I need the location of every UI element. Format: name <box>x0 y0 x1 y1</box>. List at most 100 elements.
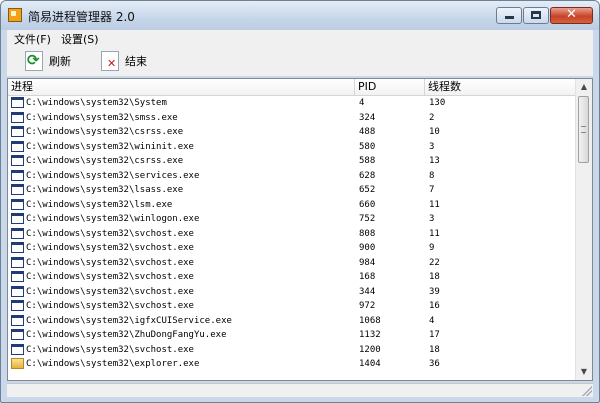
table-row[interactable]: C:\windows\system32\svchost.exe 900 9 <box>8 241 578 255</box>
process-path: C:\windows\system32\csrss.exe <box>26 156 184 166</box>
table-row[interactable]: C:\windows\system32\svchost.exe 344 39 <box>8 285 578 299</box>
process-threads: 11 <box>429 199 440 210</box>
window-icon <box>11 198 24 210</box>
process-path: C:\windows\system32\igfxCUIService.exe <box>26 315 232 326</box>
table-row[interactable]: C:\windows\system32\winlogon.exe 752 3 <box>8 212 578 226</box>
process-threads: 8 <box>429 170 435 181</box>
process-pid: 984 <box>359 257 376 268</box>
table-row[interactable]: C:\windows\system32\igfxCUIService.exe 10… <box>8 314 578 328</box>
process-path: C:\windows\system32\System <box>26 98 167 108</box>
table-row[interactable]: C:\windows\system32\csrss.exe 488 10 <box>8 125 578 139</box>
caption-buttons: ✕ <box>496 7 593 24</box>
end-process-label: 结束 <box>125 55 147 68</box>
table-row[interactable]: C:\windows\system32\smss.exe 324 2 <box>8 111 578 125</box>
table-row[interactable]: C:\windows\system32\lsass.exe 652 7 <box>8 183 578 197</box>
column-header-pid[interactable]: PID <box>355 79 425 95</box>
window-icon <box>11 343 24 355</box>
process-pid: 588 <box>359 156 376 166</box>
process-path: C:\windows\system32\lsm.exe <box>26 199 173 210</box>
process-threads: 22 <box>429 257 440 268</box>
process-threads: 7 <box>429 185 435 195</box>
process-threads: 18 <box>429 344 440 355</box>
process-path: C:\windows\system32\svchost.exe <box>26 228 194 239</box>
process-pid: 580 <box>359 141 376 152</box>
process-pid: 660 <box>359 199 376 210</box>
table-row[interactable]: C:\windows\system32\lsm.exe 660 11 <box>8 198 578 212</box>
process-threads: 39 <box>429 286 440 297</box>
menu-file[interactable]: 文件(F) <box>14 31 51 47</box>
process-pid: 4 <box>359 98 365 108</box>
maximize-button[interactable] <box>523 7 549 24</box>
minimize-button[interactable] <box>496 7 522 24</box>
process-pid: 324 <box>359 112 376 123</box>
table-row[interactable]: C:\windows\system32\svchost.exe 1200 18 <box>8 343 578 357</box>
process-threads: 17 <box>429 330 440 340</box>
process-pid: 488 <box>359 127 376 137</box>
process-threads: 13 <box>429 156 440 166</box>
table-row[interactable]: C:\windows\system32\System 4 130 <box>8 96 578 110</box>
maximize-icon <box>531 11 541 19</box>
column-header-threads[interactable]: 线程数 <box>425 79 578 95</box>
process-path: C:\windows\system32\svchost.exe <box>26 301 194 311</box>
process-pid: 652 <box>359 185 376 195</box>
menu-bar: 文件(F) 设置(S) <box>7 30 593 46</box>
window-icon <box>11 111 24 123</box>
table-row[interactable]: C:\windows\system32\svchost.exe 808 11 <box>8 227 578 241</box>
end-process-button[interactable]: 结束 <box>101 48 147 74</box>
process-path: C:\windows\system32\lsass.exe <box>26 185 184 195</box>
table-row[interactable]: C:\windows\system32\svchost.exe 984 22 <box>8 256 578 270</box>
scroll-down-arrow[interactable]: ▼ <box>576 364 592 380</box>
process-pid: 168 <box>359 272 376 282</box>
scroll-thumb[interactable] <box>578 96 589 163</box>
table-row[interactable]: C:\windows\system32\csrss.exe 588 13 <box>8 154 578 168</box>
table-row[interactable]: C:\windows\system32\svchost.exe 168 18 <box>8 270 578 284</box>
close-button[interactable]: ✕ <box>550 7 593 24</box>
window-icon <box>11 213 24 224</box>
process-threads: 9 <box>429 243 435 253</box>
process-pid: 1404 <box>359 359 381 369</box>
process-path: C:\windows\system32\winlogon.exe <box>26 214 200 224</box>
window-icon <box>11 227 24 239</box>
process-threads: 10 <box>429 127 440 137</box>
window-icon <box>11 126 24 137</box>
resize-grip[interactable] <box>582 386 592 396</box>
title-bar[interactable]: 简易进程管理器 2.0 ✕ <box>1 1 599 30</box>
table-row[interactable]: C:\windows\system32\explorer.exe 1404 36 <box>8 357 578 371</box>
window-icon <box>11 314 24 326</box>
table-row[interactable]: C:\windows\system32\svchost.exe 972 16 <box>8 299 578 313</box>
process-list[interactable]: 进程 PID 线程数 C:\windows\system32\System 4 13… <box>7 78 593 381</box>
table-row[interactable]: C:\windows\system32\wininit.exe 580 3 <box>8 140 578 154</box>
vertical-scrollbar[interactable]: ▲ ▼ <box>575 79 592 380</box>
process-path: C:\windows\system32\wininit.exe <box>26 141 194 152</box>
process-path: C:\windows\system32\explorer.exe <box>26 359 200 369</box>
process-path: C:\windows\system32\svchost.exe <box>26 344 194 355</box>
scroll-up-arrow[interactable]: ▲ <box>576 79 592 95</box>
refresh-button[interactable]: 刷新 <box>25 48 71 74</box>
process-pid: 1200 <box>359 344 381 355</box>
process-pid: 972 <box>359 301 376 311</box>
process-threads: 4 <box>429 315 435 326</box>
list-header: 进程 PID 线程数 <box>8 79 578 96</box>
process-threads: 3 <box>429 214 435 224</box>
menu-settings[interactable]: 设置(S) <box>61 31 99 47</box>
process-threads: 18 <box>429 272 440 282</box>
window-icon <box>11 97 24 108</box>
process-pid: 1068 <box>359 315 381 326</box>
end-process-icon <box>101 51 119 71</box>
process-threads: 11 <box>429 228 440 239</box>
table-row[interactable]: C:\windows\system32\ZhuDongFangYu.exe 113… <box>8 328 578 342</box>
process-pid: 900 <box>359 243 376 253</box>
process-threads: 130 <box>429 98 446 108</box>
refresh-label: 刷新 <box>49 55 71 68</box>
process-path: C:\windows\system32\smss.exe <box>26 112 178 123</box>
process-threads: 36 <box>429 359 440 369</box>
table-row[interactable]: C:\windows\system32\services.exe 628 8 <box>8 169 578 183</box>
close-icon: ✕ <box>566 7 577 22</box>
app-icon[interactable] <box>8 8 22 22</box>
column-header-process[interactable]: 进程 <box>8 79 355 95</box>
process-path: C:\windows\system32\services.exe <box>26 170 200 181</box>
minimize-icon <box>505 16 514 19</box>
window-icon <box>11 300 24 311</box>
toolbar: 刷新 结束 <box>7 46 593 76</box>
window-title: 简易进程管理器 2.0 <box>28 10 135 24</box>
